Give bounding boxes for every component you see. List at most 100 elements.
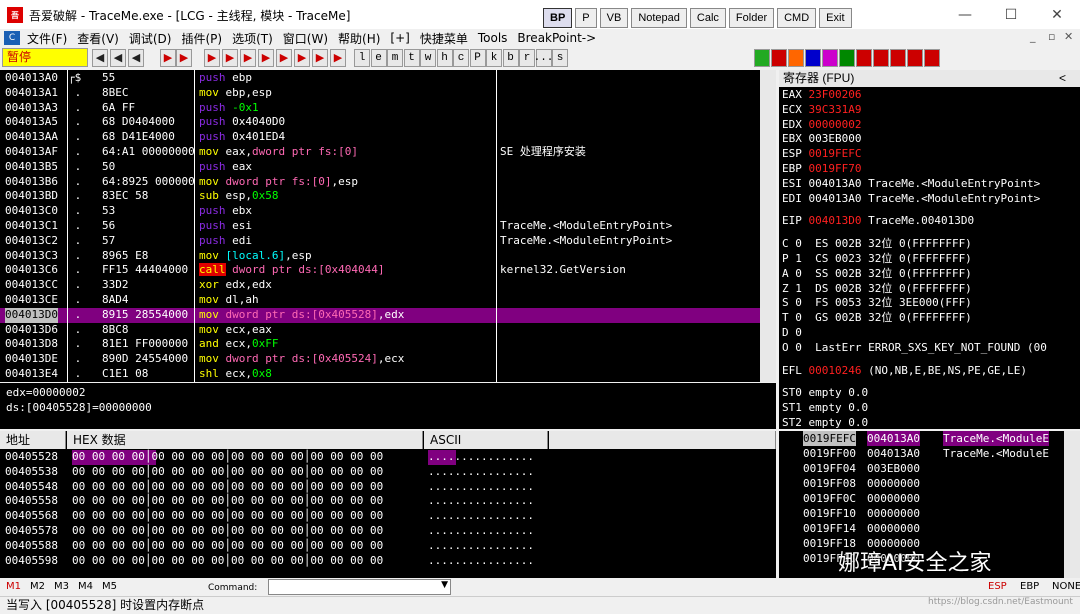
plugin-icon[interactable] [890,49,906,67]
stack-row[interactable]: 0019FEFC 004013A0 TraceMe.<ModuleE [779,431,1069,446]
disasm-row[interactable]: 004013E4 . C1E1 08 shl ecx,0x8 [0,367,776,382]
register-line[interactable]: Z 1 DS 002B 32位 0(FFFFFFFF) [782,282,972,296]
register-line[interactable]: A 0 SS 002B 32位 0(FFFFFFFF) [782,267,972,281]
notepad-button[interactable]: Notepad [631,8,687,28]
toolbar-letter-button[interactable]: ... [534,49,553,67]
exit-button[interactable]: Exit [819,8,852,28]
menu-breakpoint[interactable]: BreakPoint-> [512,31,601,45]
disasm-row[interactable]: 004013BD . 83EC 58 sub esp,0x58 [0,189,776,204]
disasm-row[interactable]: 004013AA . 68 D41E4000 push 0x401ED4 [0,130,776,145]
plugin-icon[interactable] [822,49,838,67]
toolbar-action-icon[interactable]: ◀ [92,49,108,67]
stack-row[interactable]: 0019FF08 00000000 [779,476,1069,491]
mdi-minimize-icon[interactable]: _ [1030,30,1036,43]
toolbar-action-icon[interactable]: ◀ [110,49,126,67]
menu-help[interactable]: 帮助(H) [333,30,385,47]
disasm-row[interactable]: 004013C6 . FF15 44404000 call dword ptr ds… [0,263,776,278]
plugin-icon[interactable] [839,49,855,67]
plugin-icon[interactable] [788,49,804,67]
memory-row[interactable]: 00405568 00 00 00 00│00 00 00 00│00 00 00… [0,509,776,524]
mdi-restore-icon[interactable]: ▫ [1048,30,1055,43]
stack-row[interactable]: 0019FF04 003EB000 [779,461,1069,476]
plugin-icon[interactable] [805,49,821,67]
plugin-icon[interactable] [924,49,940,67]
disasm-row[interactable]: 004013A0 ┌$ 55 push ebp [0,71,776,86]
tab-m4[interactable]: M4 [78,581,93,592]
plugin-icon[interactable] [754,49,770,67]
disasm-row[interactable]: 004013A1 . 8BEC mov ebp,esp [0,86,776,101]
col-ascii[interactable]: ASCII [424,431,548,449]
toolbar-letter-button[interactable]: w [420,49,436,67]
memory-row[interactable]: 00405538 00 00 00 00│00 00 00 00│00 00 00… [0,465,776,480]
collapse-icon[interactable]: < [1059,70,1066,87]
stack-row[interactable]: 0019FF0C 00000000 [779,491,1069,506]
disasm-row[interactable]: 004013C3 . 8965 E8 mov [local.6],esp [0,249,776,264]
register-line[interactable]: ST2 empty 0.0 [782,416,868,430]
bp-button[interactable]: BP [543,8,573,28]
disasm-row[interactable]: 004013AF . 64:A1 00000000 mov eax,dword pt… [0,145,776,160]
disassembly-pane[interactable]: 004013A0 ┌$ 55 push ebp 004013A1 . 8BEC mov eb… [0,70,776,382]
register-line[interactable]: S 0 FS 0053 32位 3EE000(FFF) [782,296,972,310]
toolbar-letter-button[interactable]: r [519,49,535,67]
memory-row[interactable]: 00405578 00 00 00 00│00 00 00 00│00 00 00… [0,524,776,539]
disasm-row[interactable]: 004013C1 . 56 push esi TraceMe.<ModuleEntry… [0,219,776,234]
disasm-row[interactable]: 004013B6 . 64:8925 00000000 mov dword ptr … [0,175,776,190]
toolbar-letter-button[interactable]: s [552,49,568,67]
command-input[interactable]: ▼ [268,579,451,595]
toolbar-action-icon[interactable]: ▶ [222,49,238,67]
tab-m5[interactable]: M5 [102,581,117,592]
toolbar-action-icon[interactable]: ▶ [276,49,292,67]
toolbar-letter-button[interactable]: l [354,49,370,67]
mdi-close-icon[interactable]: ✕ [1064,30,1073,43]
toolbar-letter-button[interactable]: e [370,49,387,67]
memory-row[interactable]: 00405588 00 00 00 00│00 00 00 00│00 00 00… [0,539,776,554]
disasm-row[interactable]: 004013A3 . 6A FF push -0x1 [0,101,776,116]
dropdown-icon[interactable]: ▼ [441,580,448,590]
menu-debug[interactable]: 调试(D) [124,30,177,47]
register-line[interactable]: T 0 GS 002B 32位 0(FFFFFFFF) [782,311,972,325]
menu-window[interactable]: 窗口(W) [278,30,333,47]
register-line[interactable]: P 1 CS 0023 32位 0(FFFFFFFF) [782,252,972,266]
toolbar-action-icon[interactable]: ▶ [160,49,176,67]
close-button[interactable]: ✕ [1034,0,1080,30]
register-line[interactable]: ST0 empty 0.0 [782,386,868,400]
register-line[interactable]: ESI 004013A0 TraceMe.<ModuleEntryPoint> [782,177,1040,191]
plugin-icon[interactable] [856,49,872,67]
registers-pane[interactable]: 寄存器 (FPU) < EAX 23F00206 ECX 39C331A9 EDX 0… [779,70,1080,429]
reg-ebp[interactable]: EBP [1020,581,1039,592]
memory-row[interactable]: 00405528 00 00 00 00│00 00 00 00│00 00 00… [0,450,776,465]
toolbar-action-icon[interactable]: ▶ [312,49,328,67]
stack-row[interactable]: 0019FF10 00000000 [779,506,1069,521]
memory-row[interactable]: 00405548 00 00 00 00│00 00 00 00│00 00 00… [0,480,776,495]
menu-file[interactable]: 文件(F) [22,30,72,47]
register-line[interactable]: ESP 0019FEFC [782,147,861,161]
reg-esp[interactable]: ESP [988,581,1007,592]
toolbar-letter-button[interactable]: t [403,49,420,67]
toolbar-action-icon[interactable]: ▶ [240,49,256,67]
toolbar-action-icon[interactable]: ▶ [330,49,346,67]
toolbar-letter-button[interactable]: b [502,49,519,67]
toolbar-action-icon[interactable]: ▶ [294,49,310,67]
toolbar-letter-button[interactable]: h [436,49,453,67]
menu-tools[interactable]: Tools [473,31,513,45]
register-line[interactable]: O 0 LastErr ERROR_SXS_KEY_NOT_FOUND (00 [782,341,1047,355]
disasm-row[interactable]: 004013CE . 8AD4 mov dl,ah [0,293,776,308]
register-line[interactable]: EIP 004013D0 TraceMe.004013D0 [782,214,974,228]
stack-scrollbar[interactable] [1064,431,1080,578]
toolbar-letter-button[interactable]: m [387,49,403,67]
menu-shortcut[interactable]: 快捷菜单 [415,30,473,47]
menu-options[interactable]: 选项(T) [227,30,278,47]
disasm-row[interactable]: 004013A5 . 68 D0404000 push 0x4040D0 [0,115,776,130]
tab-m2[interactable]: M2 [30,581,45,592]
disasm-row[interactable]: 004013D6 . 8BC8 mov ecx,eax [0,323,776,338]
register-line[interactable]: EBX 003EB000 [782,132,861,146]
tab-m3[interactable]: M3 [54,581,69,592]
col-hex[interactable]: HEX 数据 [67,431,423,449]
register-line[interactable]: EBP 0019FF70 [782,162,861,176]
col-address[interactable]: 地址 [0,431,66,449]
vb-button[interactable]: VB [599,8,629,28]
disasm-row[interactable]: 004013C2 . 57 push edi TraceMe.<ModuleEntry… [0,234,776,249]
register-line[interactable]: ST1 empty 0.0 [782,401,868,415]
register-line[interactable]: ECX 39C331A9 [782,103,861,117]
memory-dump-pane[interactable]: 地址 HEX 数据 ASCII 00405528 00 00 00 00│00 0… [0,431,776,578]
